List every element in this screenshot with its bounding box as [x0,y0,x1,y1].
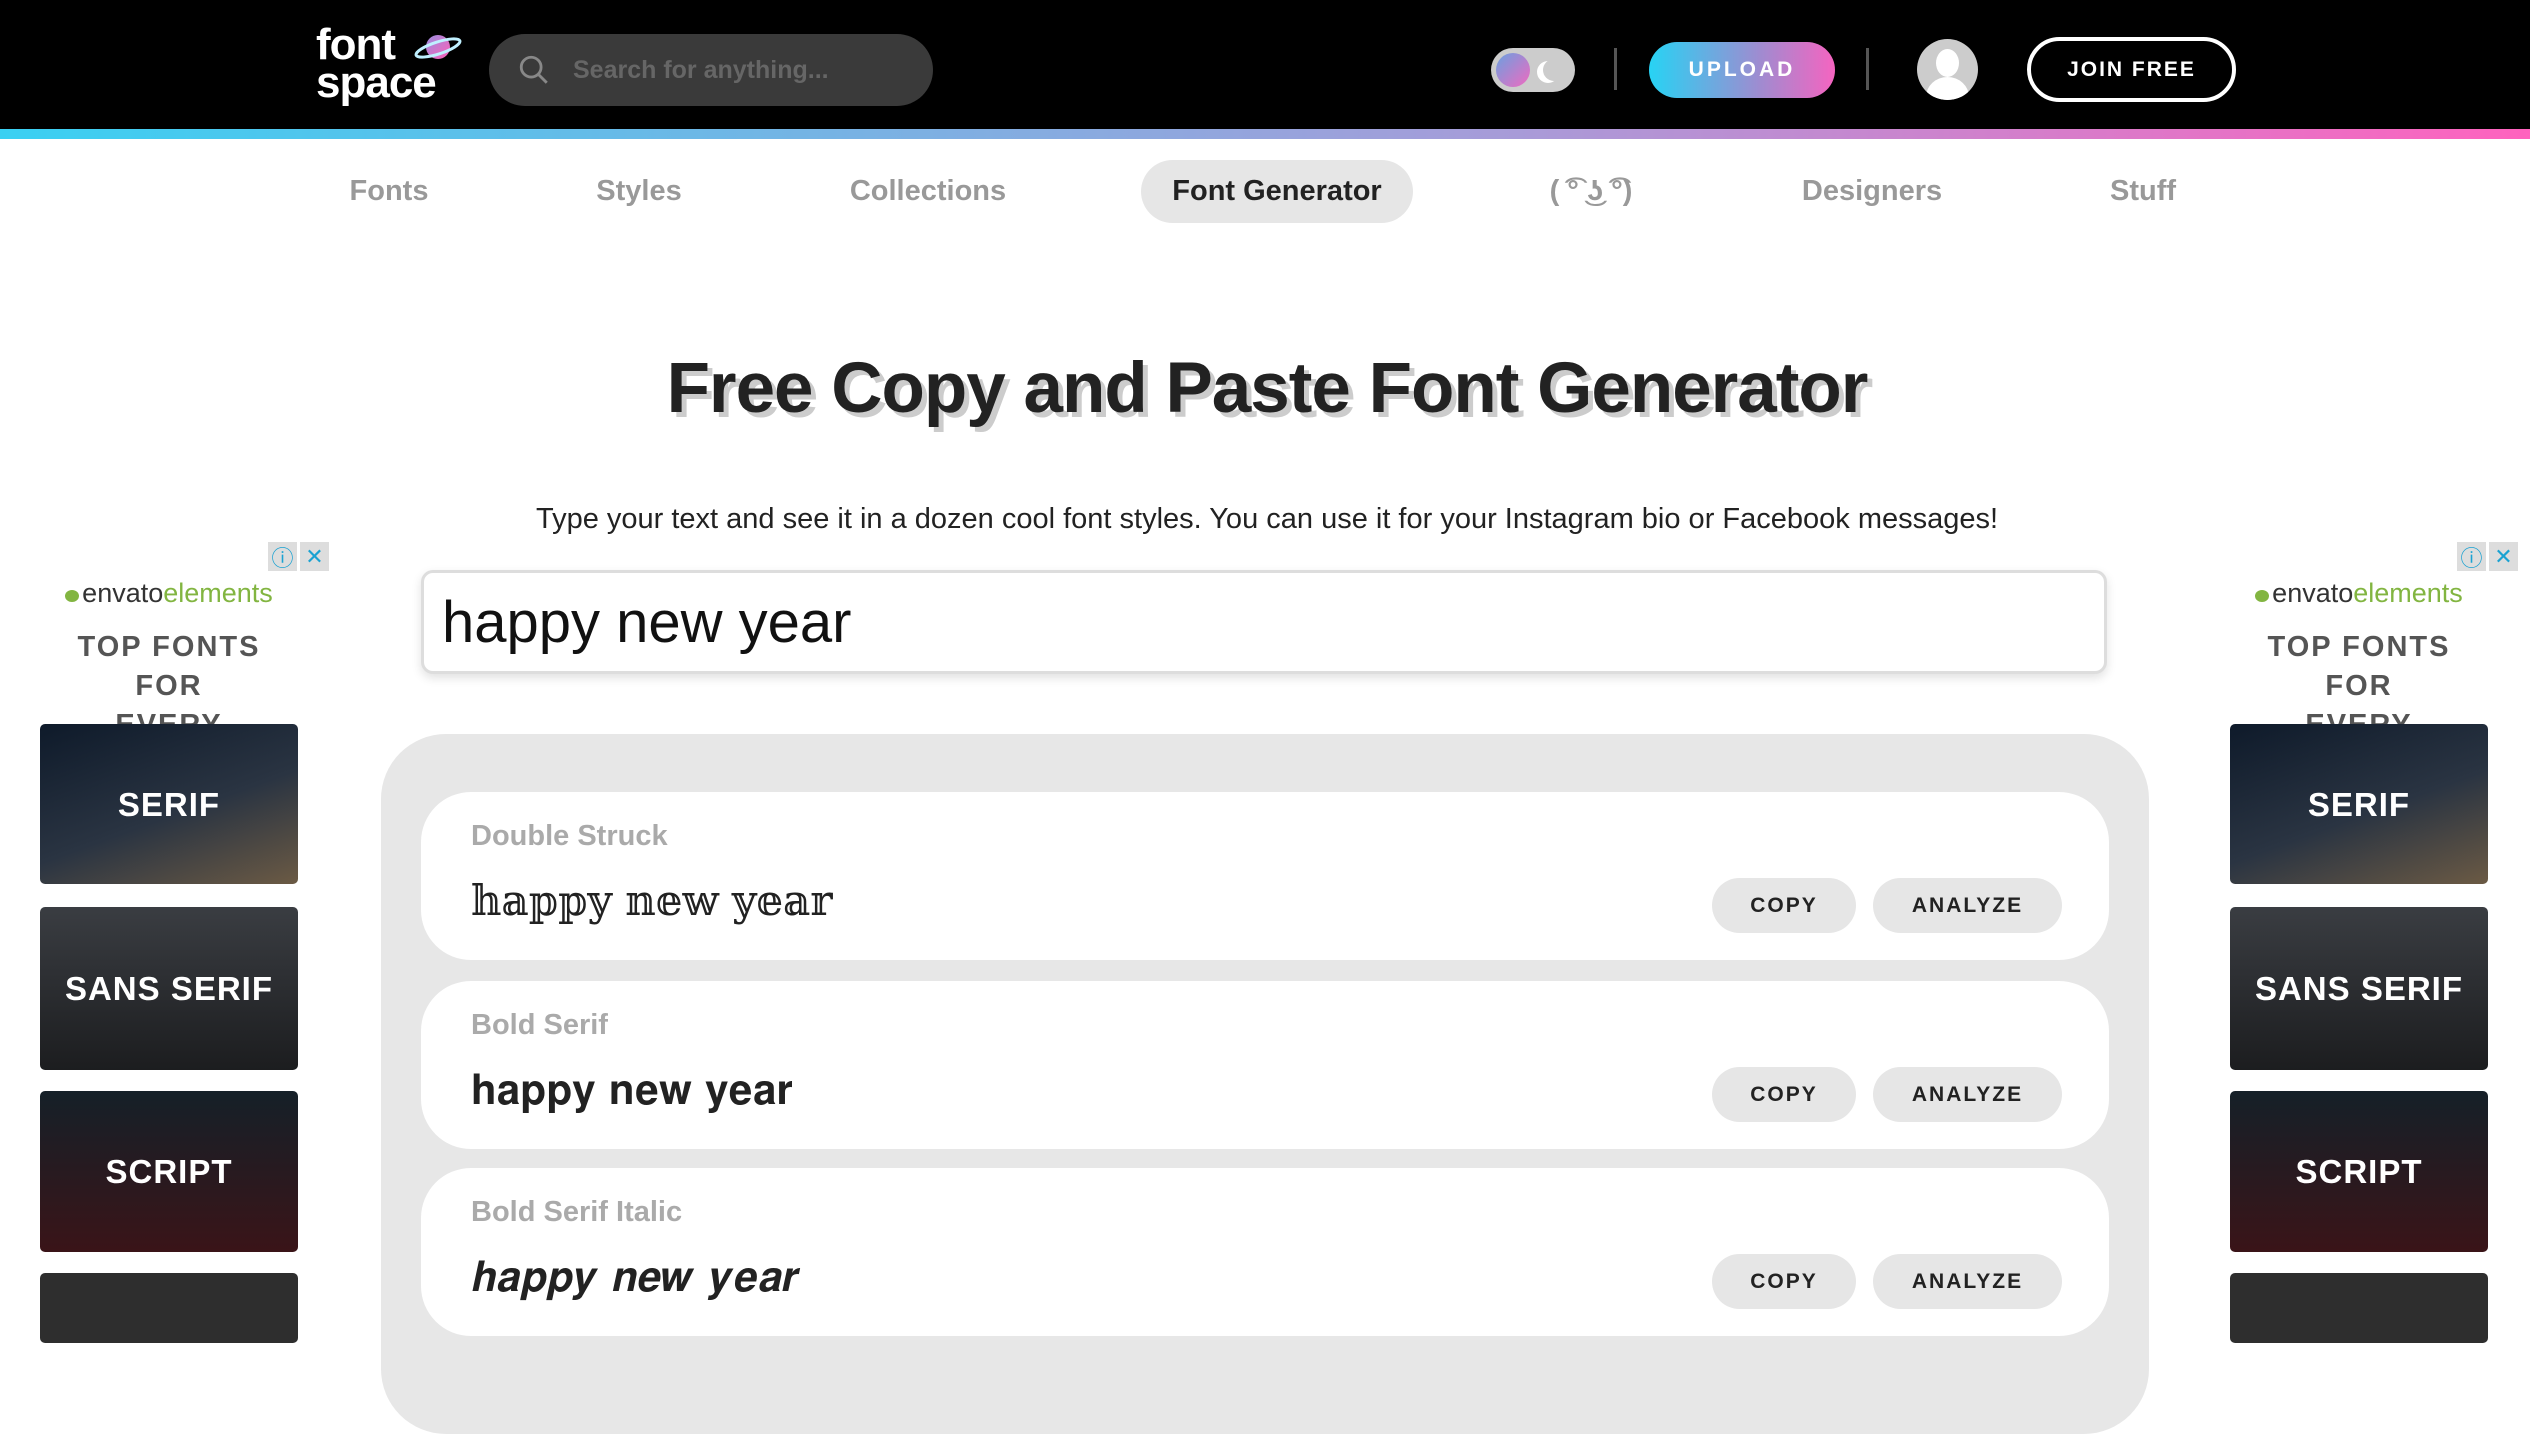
ad-brand[interactable]: envatoelements [40,578,298,609]
leaf-icon [65,590,80,602]
ad-tile-serif[interactable]: SERIF [2230,724,2488,884]
ad-info-icon[interactable]: ⓘ [2457,542,2486,571]
ad-controls: ⓘ ✕ [268,542,329,571]
ad-brand[interactable]: envatoelements [2230,578,2488,609]
nav-fonts[interactable]: Fonts [350,160,429,223]
ad-tile-sans-serif[interactable]: SANS SERIF [40,907,298,1070]
style-name: Bold Serif Italic [471,1196,683,1228]
nav-collections[interactable]: Collections [850,160,1006,223]
divider [1866,48,1869,90]
copy-button[interactable]: COPY [1712,1067,1856,1122]
ad-info-icon[interactable]: ⓘ [268,542,297,571]
result-card: Bold Serif 𝐡𝐚𝐩𝐩𝐲 𝐧𝐞𝐰 𝐲𝐞𝐚𝐫 COPY ANALYZE [421,981,2109,1149]
ad-tile-script[interactable]: SCRIPT [40,1091,298,1252]
analyze-button[interactable]: ANALYZE [1873,1067,2062,1122]
join-free-button[interactable]: JOIN FREE [2027,37,2236,102]
nav-stuff[interactable]: Stuff [2110,160,2176,223]
result-card: Bold Serif Italic 𝒉𝒂𝒑𝒑𝒚 𝒏𝒆𝒘 𝒚𝒆𝒂𝒓 COPY AN… [421,1168,2109,1336]
analyze-button[interactable]: ANALYZE [1873,1254,2062,1309]
ad-tile[interactable] [2230,1273,2488,1343]
moon-icon [1543,59,1565,81]
ad-close-icon[interactable]: ✕ [2489,542,2518,571]
header-gradient-bar [0,129,2530,139]
nav-font-generator[interactable]: Font Generator [1141,160,1413,223]
style-name: Bold Serif [471,1009,608,1041]
style-sample: 𝐡𝐚𝐩𝐩𝐲 𝐧𝐞𝐰 𝐲𝐞𝐚𝐫 [471,1065,793,1114]
text-input[interactable] [421,570,2107,674]
ad-tile-serif[interactable]: SERIF [40,724,298,884]
style-sample: 𝕙𝕒𝕡𝕡𝕪 𝕟𝕖𝕨 𝕪𝕖𝕒𝕣 [471,876,833,925]
ad-controls: ⓘ ✕ [2457,542,2518,571]
ad-close-icon[interactable]: ✕ [300,542,329,571]
style-name: Double Struck [471,820,668,852]
divider [1614,48,1617,90]
dark-mode-toggle[interactable] [1491,48,1575,92]
search-icon [519,55,548,84]
analyze-button[interactable]: ANALYZE [1873,878,2062,933]
ad-tile-script[interactable]: SCRIPT [2230,1091,2488,1252]
leaf-icon [2255,590,2270,602]
nav-styles[interactable]: Styles [596,160,681,223]
result-card: Double Struck 𝕙𝕒𝕡𝕡𝕪 𝕟𝕖𝕨 𝕪𝕖𝕒𝕣 COPY ANALYZ… [421,792,2109,960]
planet-logo-icon [414,35,462,59]
page-title: Free Copy and Paste Font Generator [666,349,1869,428]
toggle-knob [1496,53,1530,87]
upload-button[interactable]: UPLOAD [1649,42,1835,98]
search-input[interactable]: Search for anything... [489,34,933,106]
nav-lenny-face[interactable]: ( ͡° ͜ʖ ͡°) [1550,160,1633,223]
page-subtitle: Type your text and see it in a dozen coo… [535,503,1999,535]
nav-designers[interactable]: Designers [1802,160,1942,223]
ad-tile[interactable] [40,1273,298,1343]
copy-button[interactable]: COPY [1712,878,1856,933]
search-placeholder: Search for anything... [573,55,829,84]
style-sample: 𝒉𝒂𝒑𝒑𝒚 𝒏𝒆𝒘 𝒚𝒆𝒂𝒓 [471,1252,801,1301]
copy-button[interactable]: COPY [1712,1254,1856,1309]
avatar[interactable] [1917,39,1978,100]
ad-tile-sans-serif[interactable]: SANS SERIF [2230,907,2488,1070]
